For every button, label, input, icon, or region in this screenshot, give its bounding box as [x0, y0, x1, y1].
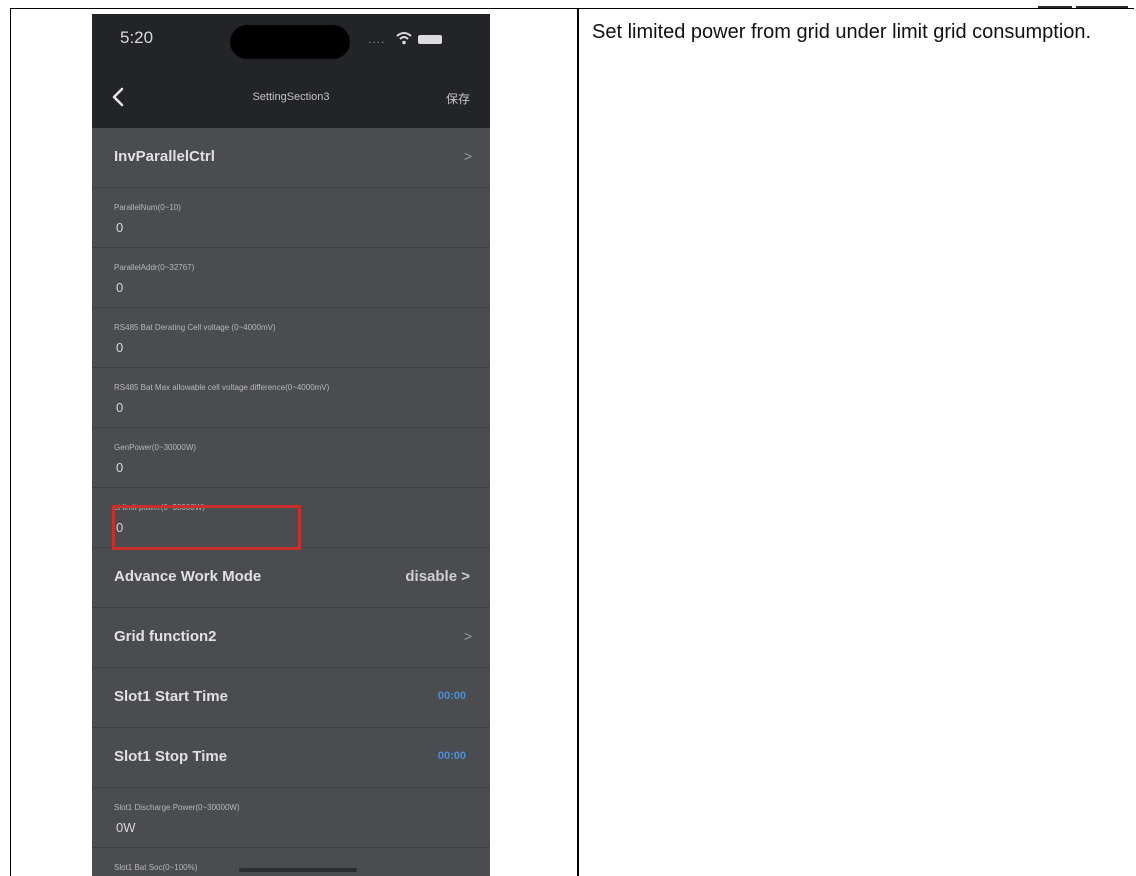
chevron-right-icon: > [463, 628, 472, 644]
status-time: 5:20 [120, 28, 154, 47]
setting-section-row[interactable]: Grid function2 > [92, 608, 490, 668]
time-value[interactable]: 00:00 [438, 690, 466, 702]
field-value[interactable]: 0 [116, 340, 123, 355]
nav-title: SettingSection3 [252, 91, 330, 103]
setting-time-row[interactable]: Slot1 Stop Time 00:00 [92, 728, 490, 788]
field-value[interactable]: 0W [116, 820, 136, 835]
corner-logo [1032, 0, 1132, 8]
field-label: ParallelNum(0~10) [114, 203, 181, 212]
section-label: InvParallelCtrl [114, 148, 215, 165]
signal-icon: .... [368, 32, 386, 46]
settings-list: InvParallelCtrl > ParallelNum(0~10) 0 Parall… [92, 128, 490, 876]
field-label: ParallelAddr(0~32767) [114, 263, 195, 272]
description-text: Set limited power from grid under limit … [592, 21, 1092, 43]
field-label: GenPower(0~30000W) [114, 443, 197, 452]
setting-field-row[interactable]: ParallelAddr(0~32767) 0 [92, 248, 490, 308]
field-label: RS485 Bat Derating Cell voltage (0~4000m… [114, 323, 276, 332]
field-value[interactable]: 0 [116, 280, 123, 295]
home-indicator [239, 868, 357, 872]
setting-section-row[interactable]: Advance Work Mode disable > [92, 548, 490, 608]
setting-time-row[interactable]: Slot1 Start Time 00:00 [92, 668, 490, 728]
setting-field-row[interactable]: RS485 Bat Derating Cell voltage (0~4000m… [92, 308, 490, 368]
field-label: Slot1 Bat Soc(0~100%) [114, 863, 198, 872]
setting-field-row[interactable]: RS485 Bat Max allowable cell voltage dif… [92, 368, 490, 428]
save-button[interactable]: 保存 [446, 90, 470, 107]
highlight-box [112, 505, 301, 550]
section-value: disable > [405, 568, 470, 585]
chevron-right-icon: > [463, 148, 472, 164]
table-column-divider [577, 8, 579, 876]
field-value[interactable]: 0 [116, 220, 123, 235]
setting-section-row[interactable]: InvParallelCtrl > [92, 128, 490, 188]
time-label: Slot1 Start Time [114, 688, 228, 705]
section-label: Advance Work Mode [114, 568, 262, 585]
time-value[interactable]: 00:00 [438, 750, 466, 762]
section-label: Grid function2 [114, 628, 217, 645]
battery-icon [418, 35, 442, 44]
setting-field-row[interactable]: ParallelNum(0~10) 0 [92, 188, 490, 248]
top-bar: 5:20 .... SettingSection3 保存 [92, 14, 490, 128]
phone-screenshot: 5:20 .... SettingSection3 保存 InvParallel… [92, 14, 490, 876]
field-value[interactable]: 0 [116, 460, 123, 475]
dynamic-island [230, 25, 350, 59]
time-label: Slot1 Stop Time [114, 748, 228, 765]
field-label: Slot1 Discharge Power(0~30000W) [114, 803, 240, 812]
field-value[interactable]: 0 [116, 400, 123, 415]
field-label: RS485 Bat Max allowable cell voltage dif… [114, 383, 330, 392]
wifi-icon [396, 32, 412, 45]
setting-field-row[interactable]: Slot1 Discharge Power(0~30000W) 0W [92, 788, 490, 848]
setting-field-row[interactable]: GenPower(0~30000W) 0 [92, 428, 490, 488]
